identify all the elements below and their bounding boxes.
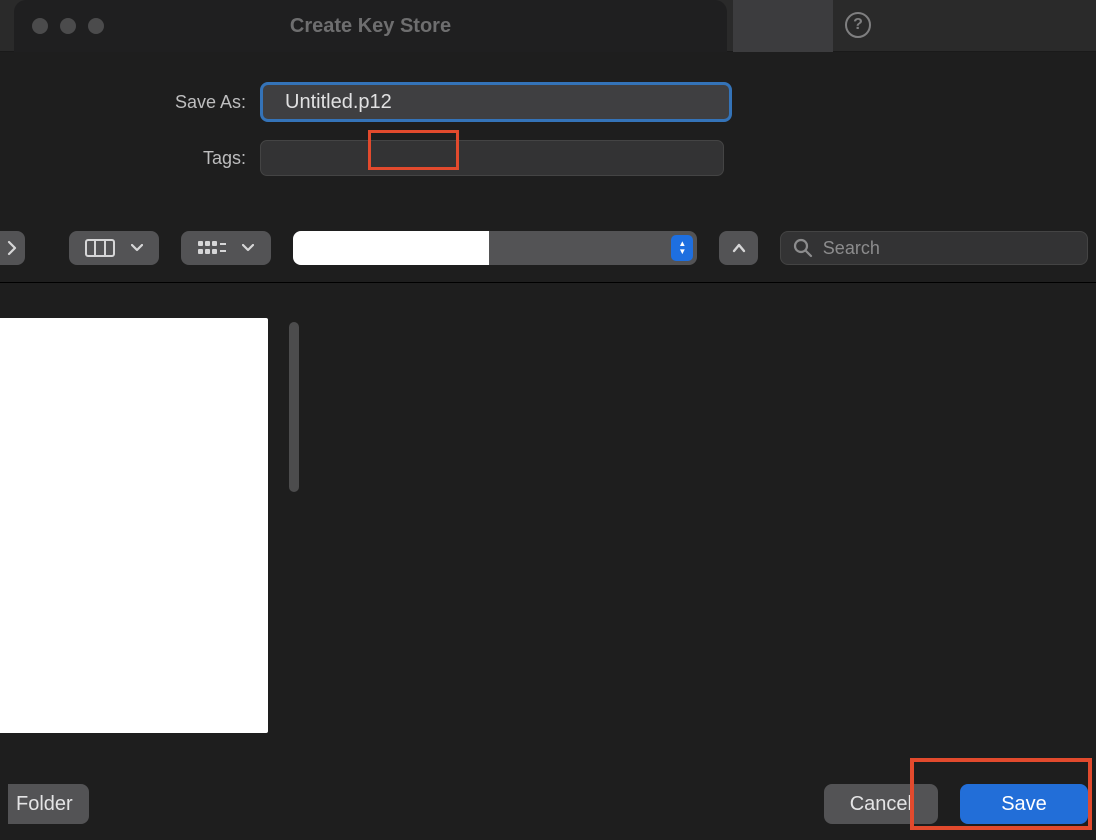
nav-forward-button[interactable]	[0, 231, 25, 265]
view-options-button[interactable]	[181, 231, 271, 265]
help-icon[interactable]: ?	[845, 12, 871, 38]
save-sheet: Save As: Untitled.p12 Tags:	[0, 52, 1096, 840]
save-as-value: Untitled.p12	[285, 91, 392, 114]
dialog-titlebar: Create Key Store	[14, 0, 727, 52]
file-browser	[0, 318, 1096, 732]
save-label: Save	[1001, 793, 1047, 816]
save-as-input[interactable]: Untitled.p12	[260, 82, 732, 122]
new-folder-label: Folder	[16, 793, 73, 816]
save-as-label: Save As:	[0, 92, 260, 113]
background-tab	[733, 0, 833, 52]
scrollbar-thumb[interactable]	[289, 322, 299, 492]
chevron-down-icon	[242, 244, 254, 252]
search-placeholder: Search	[823, 238, 880, 259]
search-input[interactable]: Search	[780, 231, 1088, 265]
save-button[interactable]: Save	[960, 784, 1088, 824]
dialog-footer: Folder Cancel Save	[0, 768, 1096, 840]
grid-group-icon	[198, 239, 226, 257]
columns-icon	[85, 239, 115, 257]
search-icon	[793, 238, 813, 258]
cancel-button[interactable]: Cancel	[824, 784, 938, 824]
chevron-right-icon	[7, 240, 17, 256]
tags-label: Tags:	[0, 148, 260, 169]
tags-input[interactable]	[260, 140, 724, 176]
new-folder-button[interactable]: Folder	[8, 784, 89, 824]
view-columns-button[interactable]	[69, 231, 159, 265]
location-stepper[interactable]: ▲ ▼	[671, 235, 693, 261]
toolbar-divider	[0, 282, 1096, 283]
chevron-down-icon: ▼	[678, 248, 686, 256]
cancel-label: Cancel	[850, 793, 912, 816]
file-column[interactable]	[0, 318, 268, 733]
location-popup[interactable]: ▲ ▼	[293, 231, 697, 265]
finder-toolbar: ▲ ▼ Search	[0, 228, 1096, 268]
chevron-down-icon	[131, 244, 143, 252]
location-current	[293, 231, 489, 265]
dialog-title: Create Key Store	[14, 15, 727, 38]
chevron-up-icon	[732, 243, 746, 253]
collapse-sheet-button[interactable]	[719, 231, 757, 265]
